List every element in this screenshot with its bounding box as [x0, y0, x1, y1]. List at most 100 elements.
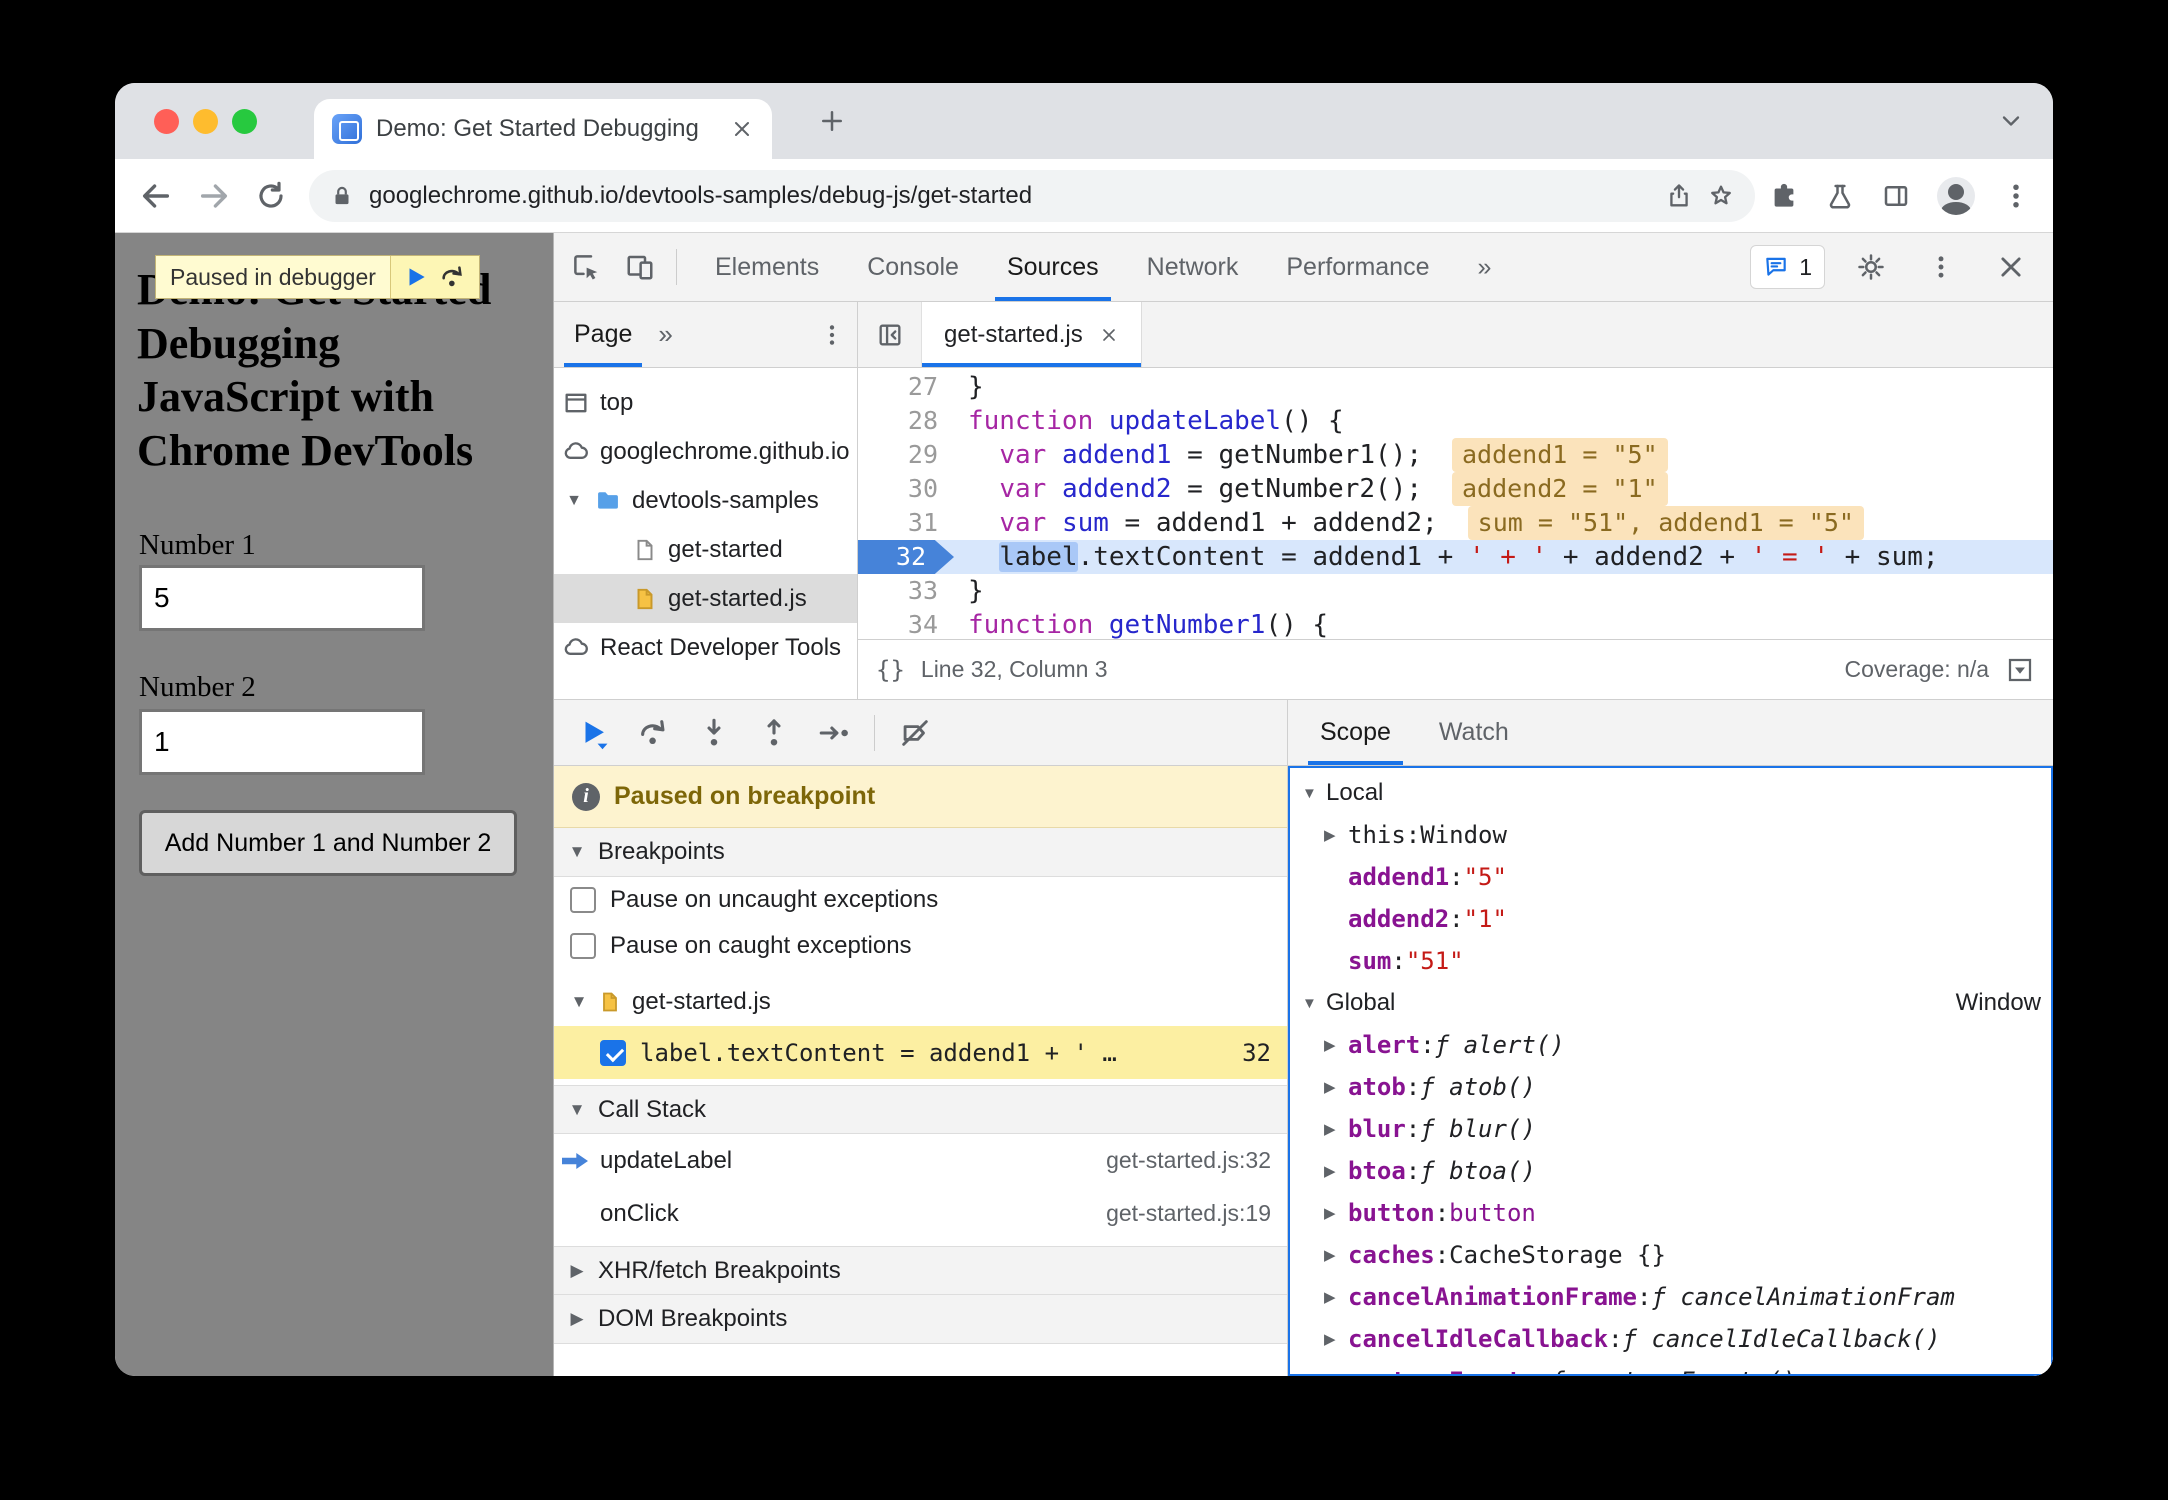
- tree-item-folder[interactable]: ▼ devtools-samples: [554, 476, 857, 525]
- navigator-kebab-icon[interactable]: [819, 322, 857, 348]
- call-stack-frame[interactable]: onClick get-started.js:19: [554, 1187, 1287, 1240]
- tab-scope[interactable]: Scope: [1296, 700, 1415, 765]
- code-line[interactable]: 31 var sum = addend1 + addend2; sum = "5…: [858, 506, 2053, 540]
- code-editor[interactable]: 27 } 28 function updateLabel() { 29 var …: [858, 368, 2053, 639]
- tab-sources[interactable]: Sources: [983, 233, 1123, 301]
- add-numbers-button[interactable]: Add Number 1 and Number 2: [139, 810, 517, 876]
- scope-prop-blur[interactable]: ▶ blur: ƒ blur(): [1290, 1108, 2051, 1150]
- triangle-right-icon[interactable]: ▶: [1324, 1246, 1348, 1264]
- tab-search-chevron-icon[interactable]: [1997, 107, 2025, 135]
- console-messages-chip[interactable]: 1: [1750, 245, 1825, 289]
- side-panel-icon[interactable]: [1881, 181, 1911, 211]
- line-number[interactable]: 31: [858, 506, 954, 540]
- triangle-right-icon[interactable]: ▶: [1324, 1120, 1348, 1138]
- execution-line-marker[interactable]: 32: [858, 540, 954, 574]
- hide-navigator-icon[interactable]: [858, 302, 922, 367]
- triangle-down-icon[interactable]: ▼: [570, 992, 588, 1012]
- overlay-resume-icon[interactable]: [403, 264, 429, 290]
- triangle-down-icon[interactable]: ▼: [1302, 785, 1326, 802]
- extensions-puzzle-icon[interactable]: [1769, 181, 1799, 211]
- tab-watch[interactable]: Watch: [1415, 700, 1533, 765]
- checkbox-unchecked[interactable]: [570, 887, 596, 913]
- breakpoints-section-header[interactable]: ▼ Breakpoints: [554, 828, 1287, 877]
- editor-tab-get-started-js[interactable]: get-started.js: [922, 302, 1142, 367]
- step-over-icon[interactable]: [628, 709, 680, 757]
- forward-icon[interactable]: [197, 179, 231, 213]
- triangle-right-icon[interactable]: ▶: [1324, 1078, 1348, 1096]
- tab-elements[interactable]: Elements: [691, 233, 843, 301]
- tab-close-icon[interactable]: [730, 117, 754, 141]
- share-icon[interactable]: [1665, 182, 1693, 210]
- number2-input[interactable]: [139, 709, 425, 775]
- tree-item-extension[interactable]: React Developer Tools: [554, 623, 857, 672]
- devtools-close-icon[interactable]: [1987, 243, 2035, 291]
- tab-network[interactable]: Network: [1123, 233, 1263, 301]
- scope-prop-cancelidlecallback[interactable]: ▶ cancelIdleCallback: ƒ cancelIdleCallba…: [1290, 1318, 2051, 1360]
- coverage-icon[interactable]: [2005, 655, 2035, 685]
- line-number[interactable]: 30: [858, 472, 954, 506]
- address-bar[interactable]: googlechrome.github.io/devtools-samples/…: [309, 169, 1755, 222]
- scope-prop-button[interactable]: ▶ button: button: [1290, 1192, 2051, 1234]
- scope-prop-atob[interactable]: ▶ atob: ƒ atob(): [1290, 1066, 2051, 1108]
- xhr-breakpoints-section-header[interactable]: ▶ XHR/fetch Breakpoints: [554, 1246, 1287, 1295]
- scope-prop-addend2[interactable]: addend2: "1": [1290, 898, 2051, 940]
- line-number[interactable]: 33: [858, 574, 954, 608]
- profile-avatar[interactable]: [1937, 176, 1975, 215]
- devtools-menu-kebab-icon[interactable]: [1917, 243, 1965, 291]
- deactivate-breakpoints-icon[interactable]: [889, 709, 941, 757]
- navigator-more-tabs[interactable]: »: [652, 319, 678, 350]
- settings-gear-icon[interactable]: [1847, 243, 1895, 291]
- resume-script-icon[interactable]: [568, 709, 620, 757]
- device-toolbar-icon[interactable]: [616, 243, 664, 291]
- pause-caught-row[interactable]: Pause on caught exceptions: [554, 923, 1287, 969]
- call-stack-frame-active[interactable]: updateLabel get-started.js:32: [554, 1134, 1287, 1187]
- line-number[interactable]: 28: [858, 404, 954, 438]
- checkbox-unchecked[interactable]: [570, 933, 596, 959]
- editor-tab-close-icon[interactable]: [1099, 325, 1119, 345]
- tree-item-file[interactable]: get-started: [554, 525, 857, 574]
- code-line[interactable]: 34 function getNumber1() {: [858, 608, 2053, 639]
- flask-icon[interactable]: [1825, 181, 1855, 211]
- browser-menu-kebab-icon[interactable]: [2001, 181, 2031, 211]
- triangle-right-icon[interactable]: ▶: [1324, 826, 1348, 844]
- scope-prop-addend1[interactable]: addend1: "5": [1290, 856, 2051, 898]
- triangle-right-icon[interactable]: ▶: [1324, 1330, 1348, 1348]
- navigator-tab-page[interactable]: Page: [554, 302, 652, 367]
- pretty-print-button[interactable]: {}: [876, 656, 905, 684]
- line-number[interactable]: 27: [858, 370, 954, 404]
- tree-item-top[interactable]: top: [554, 378, 857, 427]
- breakpoint-file-group[interactable]: ▼ get-started.js: [554, 977, 1287, 1026]
- scope-prop-captureevents[interactable]: ▶ captureEvents: ƒ captureEvents(): [1290, 1360, 2051, 1374]
- tree-item-domain[interactable]: googlechrome.github.io: [554, 427, 857, 476]
- code-line[interactable]: 29 var addend1 = getNumber1(); addend1 =…: [858, 438, 2053, 472]
- triangle-right-icon[interactable]: ▶: [1324, 1204, 1348, 1222]
- lock-icon[interactable]: [329, 183, 355, 209]
- scope-prop-cancelanimationframe[interactable]: ▶ canc­elAnimationFrame: ƒ cancelAnimati…: [1290, 1276, 2051, 1318]
- step-into-icon[interactable]: [688, 709, 740, 757]
- new-tab-button[interactable]: [808, 97, 856, 145]
- scope-prop-alert[interactable]: ▶ alert: ƒ alert(): [1290, 1024, 2051, 1066]
- tab-performance[interactable]: Performance: [1262, 233, 1453, 301]
- close-window-button[interactable]: [154, 109, 179, 134]
- code-line[interactable]: 30 var addend2 = getNumber2(); addend2 =…: [858, 472, 2053, 506]
- breakpoint-entry[interactable]: label.textContent = addend1 + ' … 32: [554, 1026, 1287, 1079]
- dom-breakpoints-section-header[interactable]: ▶ DOM Breakpoints: [554, 1295, 1287, 1344]
- pause-uncaught-row[interactable]: Pause on uncaught exceptions: [554, 877, 1287, 923]
- tab-console[interactable]: Console: [843, 233, 983, 301]
- minimize-window-button[interactable]: [193, 109, 218, 134]
- triangle-down-icon[interactable]: ▼: [564, 492, 584, 510]
- line-number[interactable]: 34: [858, 608, 954, 639]
- triangle-right-icon[interactable]: ▶: [1324, 1372, 1348, 1374]
- code-line-paused[interactable]: 32 label.textContent = addend1 + ' + ' +…: [858, 540, 2053, 574]
- scope-prop-sum[interactable]: sum: "51": [1290, 940, 2051, 982]
- triangle-right-icon[interactable]: ▶: [1324, 1162, 1348, 1180]
- back-icon[interactable]: [139, 179, 173, 213]
- step-out-icon[interactable]: [748, 709, 800, 757]
- line-number[interactable]: 29: [858, 438, 954, 472]
- scope-section-global[interactable]: ▼ Global Window: [1290, 982, 2051, 1024]
- code-line[interactable]: 33 }: [858, 574, 2053, 608]
- code-line[interactable]: 27 }: [858, 370, 2053, 404]
- reload-icon[interactable]: [255, 180, 287, 212]
- scope-prop-caches[interactable]: ▶ caches: CacheStorage {}: [1290, 1234, 2051, 1276]
- step-icon[interactable]: [808, 709, 860, 757]
